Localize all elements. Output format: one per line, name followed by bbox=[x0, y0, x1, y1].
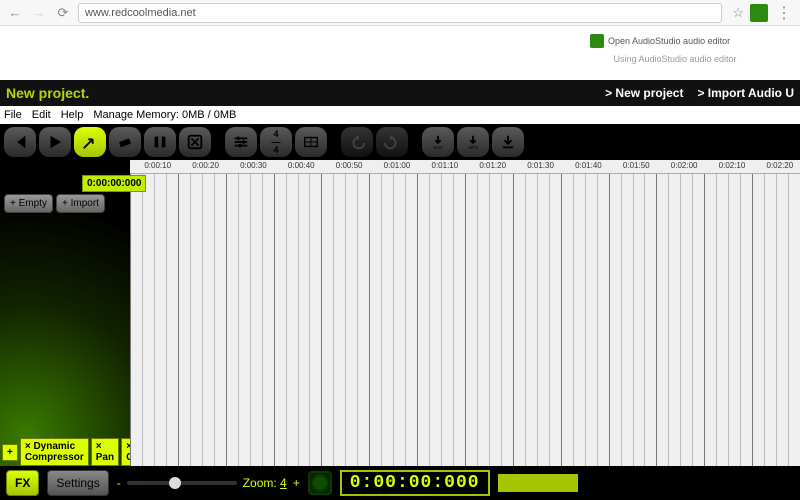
bookmark-icon[interactable]: ☆ bbox=[732, 5, 744, 21]
eraser-tool-button[interactable] bbox=[109, 127, 141, 157]
import-audio-link[interactable]: > Import Audio U bbox=[697, 86, 794, 100]
extension-icon[interactable] bbox=[750, 4, 768, 22]
menu-memory: Manage Memory: 0MB / 0MB bbox=[93, 109, 236, 121]
download-button[interactable] bbox=[492, 127, 524, 157]
import-track-button[interactable]: + Import bbox=[56, 194, 105, 213]
play-button[interactable] bbox=[39, 127, 71, 157]
app-header: New project. > New project > Import Audi… bbox=[0, 80, 800, 106]
footer: FX Settings - Zoom: 4 + 0:00:00:000 bbox=[0, 466, 800, 500]
timeline[interactable]: 0:00:100:00:200:00:300:00:400:00:500:01:… bbox=[130, 160, 800, 466]
sidebar: 0:00:00:000 + Empty + Import + × Dynamic… bbox=[0, 160, 130, 466]
time-signature-button[interactable]: 4—4 bbox=[260, 127, 292, 157]
zoom-out-button[interactable]: - bbox=[117, 476, 121, 490]
reload-icon[interactable]: ⟳ bbox=[54, 4, 72, 22]
zoom-in-button[interactable]: + bbox=[293, 476, 300, 490]
zoom-control: - Zoom: 4 + bbox=[117, 476, 300, 490]
ext-tooltip: Open AudioStudio audio editor bbox=[608, 36, 730, 46]
url-text: www.redcoolmedia.net bbox=[85, 7, 196, 19]
main-area: 0:00:00:000 + Empty + Import + × Dynamic… bbox=[0, 160, 800, 466]
project-title: New project. bbox=[6, 85, 89, 101]
menu-help[interactable]: Help bbox=[61, 109, 84, 121]
zoom-slider[interactable] bbox=[127, 481, 237, 485]
menu-file[interactable]: File bbox=[4, 109, 22, 121]
svg-text:MP3: MP3 bbox=[468, 145, 478, 150]
extension-small-icon bbox=[590, 34, 604, 48]
forward-icon[interactable]: → bbox=[30, 4, 48, 22]
back-icon[interactable]: ← bbox=[6, 4, 24, 22]
export-mp3-button[interactable]: MP3 bbox=[457, 127, 489, 157]
fx-chip-compressor[interactable]: × Dynamic Compressor bbox=[20, 438, 89, 466]
menu-icon[interactable]: ⋮ bbox=[774, 3, 794, 23]
time-ruler: 0:00:100:00:200:00:300:00:400:00:500:01:… bbox=[130, 160, 800, 174]
zoom-slider-thumb[interactable] bbox=[169, 477, 181, 489]
mixer-button[interactable] bbox=[225, 127, 257, 157]
pointer-tool-button[interactable] bbox=[74, 127, 106, 157]
split-tool-button[interactable] bbox=[144, 127, 176, 157]
level-meter bbox=[498, 474, 578, 492]
zoom-value: 4 bbox=[280, 476, 287, 490]
menu-edit[interactable]: Edit bbox=[32, 109, 51, 121]
export-wav-button[interactable]: WAV bbox=[422, 127, 454, 157]
ext-subtext: Using AudioStudio audio editor bbox=[590, 54, 760, 64]
record-button[interactable] bbox=[308, 471, 332, 495]
menu-bar: File Edit Help Manage Memory: 0MB / 0MB bbox=[0, 106, 800, 124]
playhead-timecode: 0:00:00:000 bbox=[82, 175, 146, 192]
grid-button[interactable] bbox=[295, 127, 327, 157]
redo-button[interactable] bbox=[376, 127, 408, 157]
rewind-button[interactable] bbox=[4, 127, 36, 157]
browser-chrome: ← → ⟳ www.redcoolmedia.net ☆ ⋮ bbox=[0, 0, 800, 26]
zoom-label: Zoom: bbox=[243, 476, 280, 490]
add-empty-track-button[interactable]: + Empty bbox=[4, 194, 53, 213]
fx-chip-pan[interactable]: × Pan bbox=[91, 438, 119, 466]
transport-clock: 0:00:00:000 bbox=[340, 470, 490, 496]
delete-button[interactable] bbox=[179, 127, 211, 157]
fx-panel-button[interactable]: FX bbox=[6, 470, 39, 496]
toolbar: 4—4 WAV MP3 bbox=[0, 124, 800, 160]
new-project-link[interactable]: > New project bbox=[605, 86, 683, 100]
settings-button[interactable]: Settings bbox=[47, 470, 108, 496]
extension-popup-area: Open AudioStudio audio editor Using Audi… bbox=[0, 26, 800, 80]
undo-button[interactable] bbox=[341, 127, 373, 157]
timeline-grid bbox=[130, 174, 800, 466]
audio-studio-app: New project. > New project > Import Audi… bbox=[0, 80, 800, 500]
address-bar[interactable]: www.redcoolmedia.net bbox=[78, 3, 722, 23]
fx-add-button[interactable]: + bbox=[2, 444, 18, 461]
svg-text:WAV: WAV bbox=[433, 145, 443, 150]
